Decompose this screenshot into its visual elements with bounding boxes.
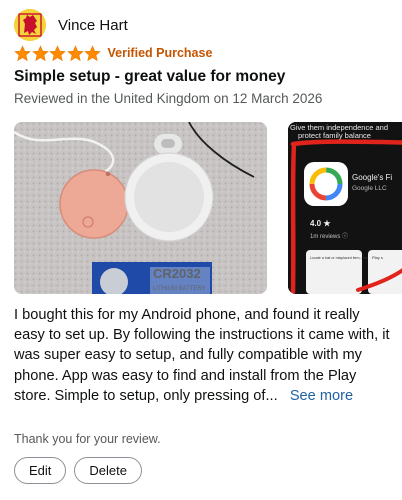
- screenshot-top-text-2: protect family balance: [298, 131, 371, 140]
- verified-purchase-badge: Verified Purchase: [107, 46, 213, 60]
- app-card-text-2: Play s: [372, 255, 383, 260]
- review-meta: Reviewed in the United Kingdom on 12 Mar…: [14, 91, 323, 106]
- star-icon: [66, 44, 84, 61]
- star-icon: [31, 44, 49, 61]
- thank-you-note: Thank you for your review.: [14, 432, 161, 446]
- app-store-screenshot-image: Give them independence and protect famil…: [288, 122, 402, 294]
- see-more-link[interactable]: See more: [290, 388, 353, 404]
- review-body: I bought this for my Android phone, and …: [14, 305, 394, 406]
- edit-button[interactable]: Edit: [14, 457, 67, 484]
- delete-button[interactable]: Delete: [74, 457, 142, 484]
- review-title: Simple setup - great value for money: [14, 68, 286, 85]
- rating-row: Verified Purchase: [14, 43, 212, 63]
- star-icon: [49, 44, 66, 61]
- avatar[interactable]: [14, 9, 46, 41]
- review-photo[interactable]: CR2032 LITHIUM BATTERY: [14, 122, 267, 294]
- product-photo-image: CR2032 LITHIUM BATTERY: [14, 122, 267, 294]
- app-reviews-count: 1m reviews ⓘ: [310, 232, 348, 240]
- review-photo[interactable]: Give them independence and protect famil…: [288, 122, 402, 294]
- review-card: Vince Hart Verified Purchase Simple setu…: [0, 0, 402, 500]
- app-publisher: Google LLC: [352, 185, 387, 192]
- reviewer-name[interactable]: Vince Hart: [58, 17, 128, 34]
- app-name: Google's Fi: [352, 173, 392, 182]
- reviewer-row: Vince Hart: [14, 8, 128, 42]
- review-actions: Edit Delete: [14, 457, 142, 484]
- star-rating: [14, 44, 102, 62]
- star-icon: [84, 44, 101, 61]
- lion-crest-icon: [14, 9, 46, 41]
- star-icon: [14, 44, 31, 61]
- review-photo-gallery: CR2032 LITHIUM BATTERY Give them indepen…: [14, 122, 402, 294]
- app-rating: 4.0 ★: [310, 219, 331, 228]
